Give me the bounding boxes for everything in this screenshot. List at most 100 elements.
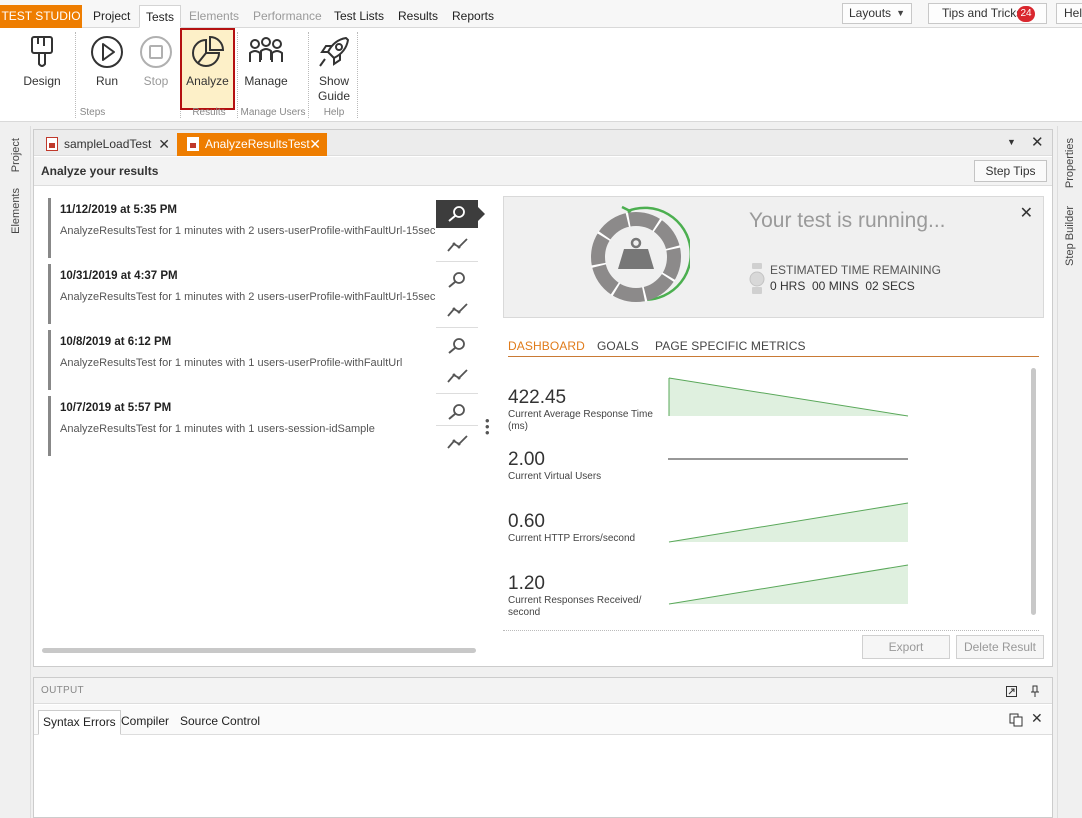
menu-test-lists[interactable]: Test Lists — [328, 5, 390, 28]
menu-performance[interactable]: Performance — [247, 5, 328, 28]
close-tab-icon[interactable]: ✕ — [158, 133, 170, 156]
close-running-panel-icon[interactable]: ✕ — [1020, 203, 1033, 223]
side-tab-properties[interactable]: Properties — [1064, 138, 1076, 188]
output-header: OUTPUT — [34, 678, 1052, 704]
tab-compiler[interactable]: Compiler — [117, 710, 173, 735]
analyze-button[interactable]: Analyze — [180, 28, 235, 110]
clear-output-icon[interactable]: ✕ — [1031, 710, 1043, 727]
tab-list-dropdown-icon[interactable]: ▼ — [1007, 137, 1016, 147]
sparkline-response-time — [668, 377, 909, 417]
menu-bar: TEST STUDIO Project Tests Elements Perfo… — [0, 0, 1082, 28]
divider — [436, 327, 478, 328]
ribbon-divider — [308, 32, 309, 118]
result-item[interactable]: 10/8/2019 at 6:12 PM AnalyzeResultsTest … — [48, 330, 438, 390]
menu-results[interactable]: Results — [392, 5, 444, 28]
analyze-label: Analyze — [186, 74, 229, 88]
tab-analyze-results-test[interactable]: AnalyzeResultsTest ✕ — [177, 133, 327, 156]
result-item[interactable]: 11/12/2019 at 5:35 PM AnalyzeResultsTest… — [48, 198, 438, 258]
trend-line-icon — [447, 303, 468, 317]
right-side-panel: Properties Step Builder — [1057, 126, 1082, 818]
export-button[interactable]: Export — [862, 635, 950, 659]
view-chart-button[interactable] — [436, 296, 478, 324]
manage-button[interactable]: Manage — [241, 28, 291, 110]
file-icon — [46, 137, 58, 151]
show-guide-line-1: Show — [318, 74, 350, 88]
result-item[interactable]: 10/31/2019 at 4:37 PM AnalyzeResultsTest… — [48, 264, 438, 324]
magnifier-icon — [448, 338, 465, 354]
maximize-icon[interactable] — [1006, 686, 1017, 697]
brand-logo[interactable]: TEST STUDIO — [0, 5, 82, 28]
sparkline-responses-received — [668, 564, 909, 605]
view-chart-button[interactable] — [436, 362, 478, 390]
group-label-steps: Steps — [79, 107, 106, 118]
show-guide-line-2: Guide — [317, 89, 351, 103]
metric-label: Current Average Response Time (ms) — [508, 409, 653, 432]
result-description: AnalyzeResultsTest for 1 minutes with 2 … — [60, 291, 436, 303]
result-item[interactable]: 10/7/2019 at 5:57 PM AnalyzeResultsTest … — [48, 396, 438, 456]
rocket-icon — [319, 37, 349, 67]
pin-icon[interactable] — [1031, 685, 1039, 697]
menu-reports[interactable]: Reports — [446, 5, 500, 28]
output-title: OUTPUT — [41, 685, 84, 696]
divider — [436, 425, 478, 426]
estimated-time-value: 0 HRS 00 MINS 02 SECS — [770, 279, 915, 293]
output-tab-strip: Syntax Errors Compiler Source Control ✕ — [34, 705, 1052, 735]
metric-value: 0.60 — [508, 511, 545, 532]
analyze-result-button[interactable] — [436, 266, 478, 294]
view-chart-button[interactable] — [436, 231, 478, 259]
menu-elements[interactable]: Elements — [183, 5, 245, 28]
splitter-handle[interactable]: • • • — [485, 414, 491, 439]
sparkline-http-errors — [668, 502, 909, 543]
tab-goals[interactable]: GOALS — [597, 339, 639, 353]
users-icon — [249, 37, 283, 62]
stop-button[interactable]: Stop — [135, 28, 177, 110]
menu-project[interactable]: Project — [87, 5, 136, 28]
output-panel: OUTPUT Syntax Errors Compiler Source Con… — [33, 677, 1053, 818]
design-button[interactable]: Design — [15, 28, 69, 110]
analyze-result-button[interactable] — [436, 398, 478, 426]
side-tab-project[interactable]: Project — [10, 138, 22, 172]
layouts-label: Layouts — [849, 6, 892, 20]
divider — [503, 630, 1039, 631]
menu-tests[interactable]: Tests — [139, 5, 182, 28]
side-tab-elements[interactable]: Elements — [10, 188, 22, 234]
ribbon-divider — [357, 32, 358, 118]
analyze-result-button[interactable] — [436, 200, 485, 228]
metric-value: 422.45 — [508, 387, 567, 408]
delete-result-button[interactable]: Delete Result — [956, 635, 1044, 659]
sparkline-virtual-users — [668, 458, 908, 460]
divider — [436, 261, 478, 262]
magnifier-icon — [448, 206, 465, 222]
tab-source-control[interactable]: Source Control — [176, 710, 264, 735]
group-label-results: Results — [192, 107, 226, 118]
close-document-icon[interactable]: ✕ — [1031, 133, 1044, 151]
show-guide-label: Show Guide — [312, 74, 356, 104]
tab-label: sampleLoadTest — [64, 137, 152, 151]
tab-sample-load-test[interactable]: sampleLoadTest ✕ — [36, 133, 176, 156]
layouts-dropdown[interactable]: Layouts ▼ — [842, 3, 912, 24]
copy-icon[interactable] — [1009, 713, 1024, 727]
left-side-panel: Project Elements — [0, 126, 31, 818]
tips-and-tricks-button[interactable]: Tips and Tricks 24 — [928, 3, 1047, 24]
help-button[interactable]: Hel — [1056, 3, 1082, 24]
tab-dashboard[interactable]: DASHBOARD — [508, 339, 585, 353]
view-chart-button[interactable] — [436, 428, 478, 456]
run-button[interactable]: Run — [86, 28, 128, 110]
show-guide-button[interactable]: Show Guide — [312, 28, 356, 110]
design-label: Design — [23, 74, 61, 88]
metrics-tab-strip: DASHBOARD GOALS PAGE SPECIFIC METRICS — [508, 339, 1039, 357]
analyze-result-button[interactable] — [436, 332, 478, 360]
side-tab-step-builder[interactable]: Step Builder — [1064, 206, 1076, 266]
stop-icon — [140, 36, 172, 68]
horizontal-scrollbar[interactable] — [42, 648, 476, 653]
metric-label: Current Virtual Users — [508, 471, 602, 482]
tab-page-specific-metrics[interactable]: PAGE SPECIFIC METRICS — [655, 339, 806, 353]
trend-line-icon — [447, 238, 468, 252]
estimated-time-label: ESTIMATED TIME REMAINING — [770, 263, 941, 277]
step-tips-button[interactable]: Step Tips — [974, 160, 1047, 182]
close-tab-icon[interactable]: ✕ — [309, 133, 321, 156]
tab-syntax-errors[interactable]: Syntax Errors — [38, 710, 121, 735]
vertical-scrollbar[interactable] — [1031, 368, 1036, 615]
file-icon — [187, 137, 199, 151]
metric-value: 2.00 — [508, 449, 545, 470]
